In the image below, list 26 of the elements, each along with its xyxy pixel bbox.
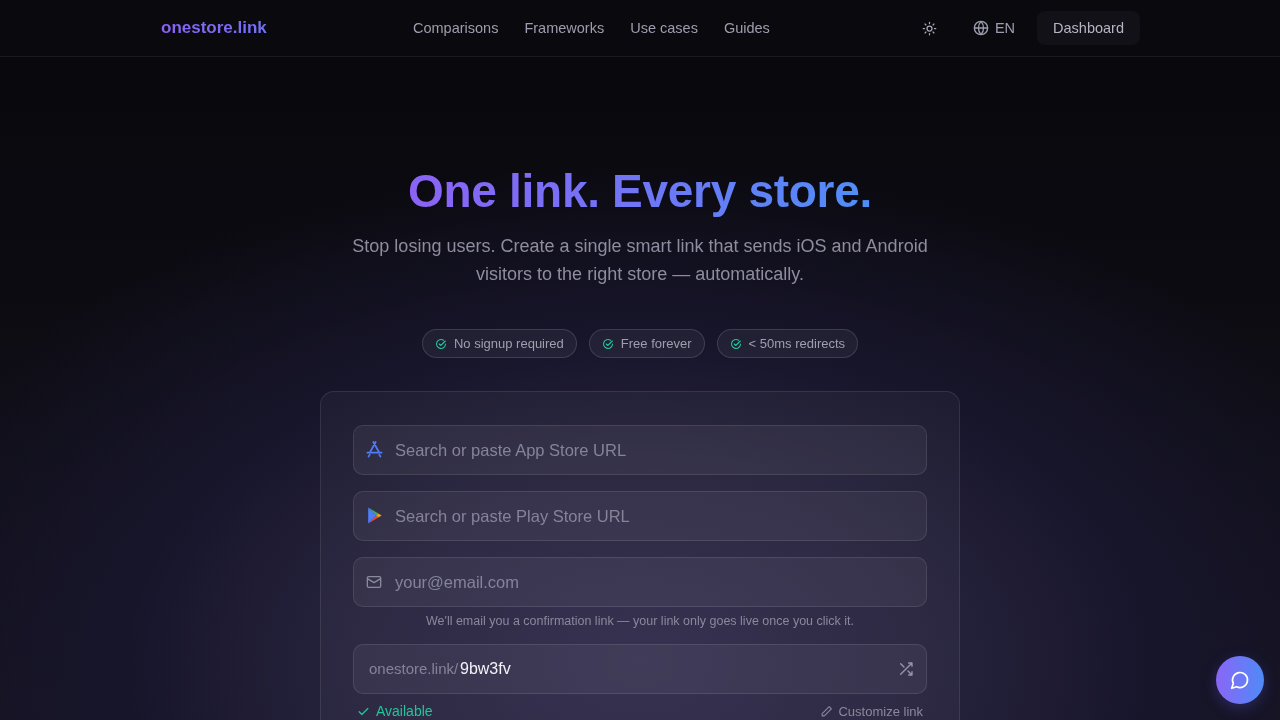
check-circle-icon [729, 337, 742, 350]
feature-text: < 50ms redirects [748, 336, 846, 351]
mail-icon [366, 574, 382, 590]
globe-icon [972, 20, 989, 36]
hero-subtitle: Stop losing users. Create a single smart link that sends iOS and Android visitors to the right store — automatically. [351, 235, 929, 286]
chat-bubble-icon [1230, 670, 1250, 690]
nav-link[interactable]: Comparisons [413, 20, 499, 36]
app-store-icon [365, 440, 384, 459]
sun-icon[interactable] [921, 20, 937, 36]
nav-link[interactable]: Frameworks [524, 20, 605, 36]
nav-link[interactable]: Use cases [630, 20, 698, 36]
pencil-icon [820, 704, 834, 718]
check-circle-icon [601, 337, 614, 350]
hint-text: We'll email you a confirmation link — your link only goes live once you click it. [425, 613, 855, 629]
feature-text: No signup required [453, 336, 564, 351]
language-button[interactable]: EN [972, 20, 1016, 36]
customize-link[interactable]: Customize link [820, 703, 923, 719]
check-circle-icon [434, 337, 447, 350]
shuffle-icon[interactable] [898, 661, 914, 677]
feature-text: Free forever [620, 336, 692, 351]
dashboard-button[interactable]: Dashboard [1037, 11, 1140, 45]
availability-status: Available [357, 703, 433, 719]
chat-button[interactable] [1216, 656, 1264, 704]
nav-link[interactable]: Guides [723, 20, 770, 36]
link-prefix: onestore.link/ [369, 660, 459, 678]
play-store-icon [365, 506, 384, 525]
